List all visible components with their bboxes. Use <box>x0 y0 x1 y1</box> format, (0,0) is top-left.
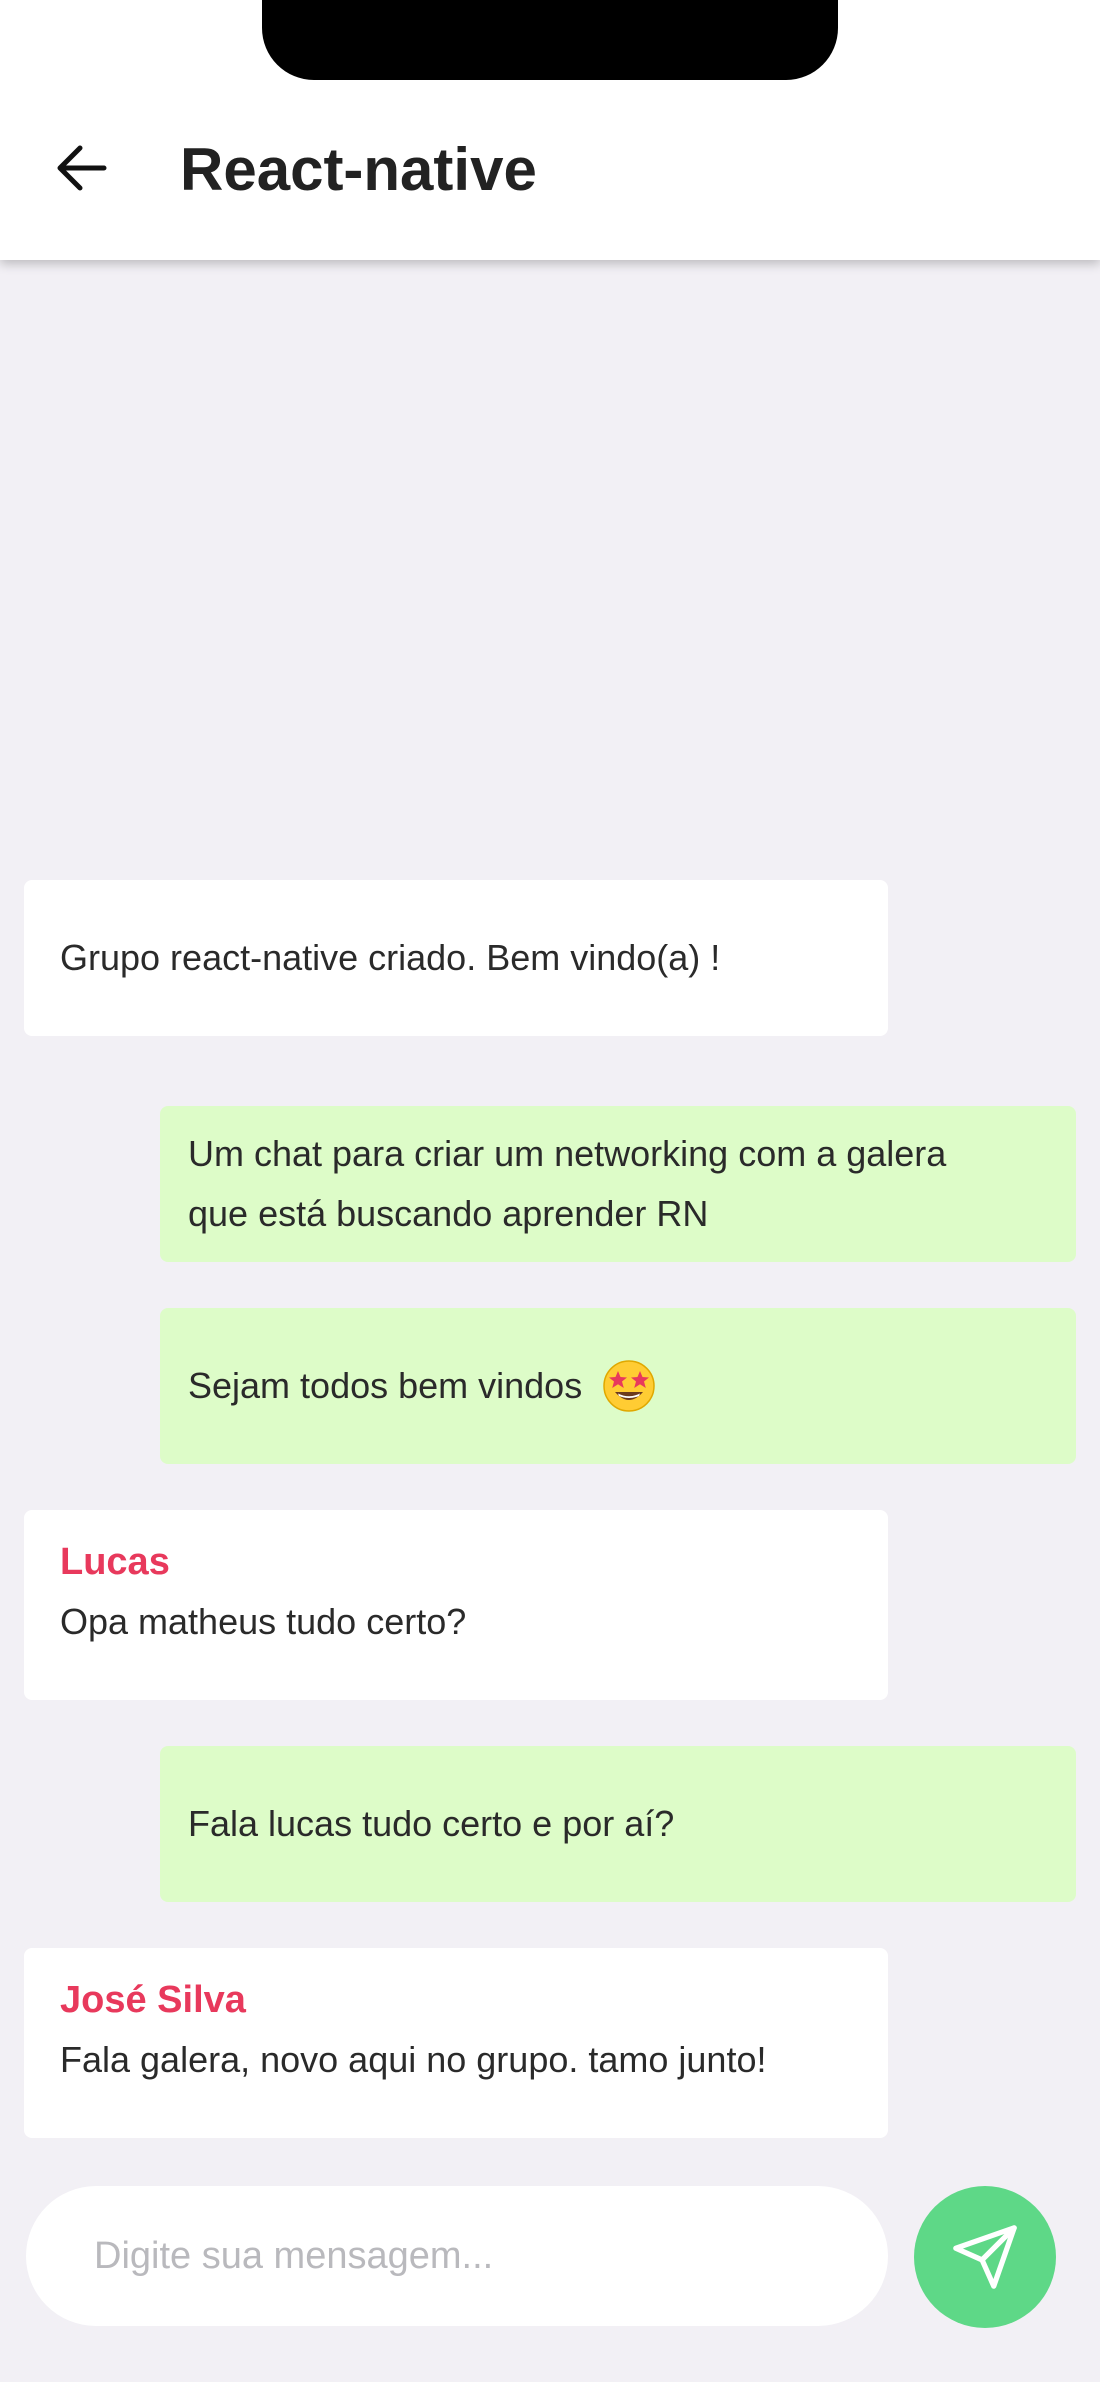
message-text: Sejam todos bem vindos <box>188 1365 583 1406</box>
message-list[interactable]: Grupo react-native criado. Bem vindo(a) … <box>0 260 1100 2160</box>
message-bubble-incoming: Lucas Opa matheus tudo certo? <box>24 1510 888 1700</box>
message-text: Fala lucas tudo certo e por aí? <box>188 1803 675 1844</box>
send-button[interactable] <box>914 2186 1056 2328</box>
message-text: Fala galera, novo aqui no grupo. tamo ju… <box>60 2039 767 2080</box>
message-bubble-outgoing: Um chat para criar um networking com a g… <box>160 1106 1076 1262</box>
message-input[interactable] <box>92 2233 822 2279</box>
sender-name: Lucas <box>60 1541 170 1583</box>
arrow-left-icon <box>57 145 107 191</box>
message-bubble-incoming: José Silva Fala galera, novo aqui no gru… <box>24 1948 888 2138</box>
star-struck-emoji-icon <box>603 1360 655 1412</box>
sender-name: José Silva <box>60 1979 246 2021</box>
back-button[interactable] <box>46 132 118 204</box>
message-text: Opa matheus tudo certo? <box>60 1601 467 1642</box>
message-bubble-outgoing: Sejam todos bem vindos <box>160 1308 1076 1464</box>
message-text-line: que está buscando aprender RN <box>188 1193 709 1234</box>
message-text-line: Um chat para criar um networking com a g… <box>188 1133 947 1174</box>
device-notch <box>262 0 838 80</box>
page-title: React-native <box>180 136 537 203</box>
send-icon <box>953 2225 1017 2289</box>
message-composer <box>26 2186 888 2326</box>
message-text: Grupo react-native criado. Bem vindo(a) … <box>60 937 721 978</box>
message-bubble-incoming: Grupo react-native criado. Bem vindo(a) … <box>24 880 888 1036</box>
message-bubble-outgoing: Fala lucas tudo certo e por aí? <box>160 1746 1076 1902</box>
